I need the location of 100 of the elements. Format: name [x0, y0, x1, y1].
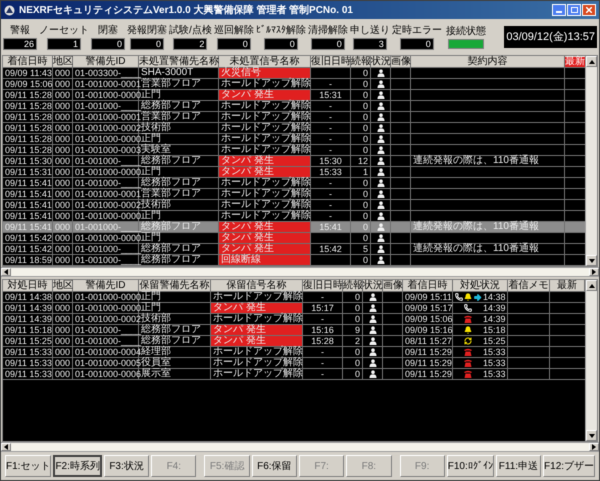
- table-cell: 01-001000-0000: [73, 303, 139, 313]
- function-key[interactable]: F3:状況: [104, 455, 150, 477]
- table-cell: 14:38: [483, 292, 506, 302]
- table-cell: 01-001000-0001: [73, 189, 139, 199]
- person-icon: [376, 113, 384, 121]
- horizontal-scrollbar[interactable]: [1, 267, 599, 277]
- table-cell: 000: [53, 101, 73, 111]
- left-arrow-icon[interactable]: [4, 444, 8, 450]
- table-cell: 技術部: [139, 314, 211, 324]
- up-arrow-icon[interactable]: [588, 284, 594, 288]
- table-cell: 01-001000-____: [73, 222, 139, 232]
- table-cell: 09/11 15:33: [3, 347, 53, 357]
- table-cell: 09/11 15:25: [3, 336, 53, 346]
- table-row[interactable]: 09/09 15:06 000 01-001000-0001営業部フロア ホールドアップ解除 - 0: [3, 79, 585, 90]
- function-key[interactable]: F12:ブザー: [543, 455, 596, 477]
- column-header[interactable]: 状況: [371, 56, 391, 67]
- minimize-button[interactable]: [552, 4, 566, 16]
- table-row[interactable]: 09/11 15:41 000 01-001000-____総務部フロア タンパ 発生 15:41 0 連続発報の際は、110番通報: [3, 222, 585, 233]
- table-row[interactable]: 09/11 15:42 000 01-001000-____総務部フロア タンパ 発生 15:42 5 連続発報の際は、110番通報: [3, 244, 585, 255]
- table-cell: 01-001000-0003: [73, 145, 139, 155]
- table-row[interactable]: 09/11 15:41 000 01-001000-____総務部フロア ホールドアップ解除 - 0: [3, 178, 585, 189]
- column-header[interactable]: 警備先ID: [73, 280, 139, 291]
- down-arrow-icon[interactable]: [588, 434, 594, 438]
- table-cell: 09/11 15:42: [3, 233, 53, 243]
- column-header[interactable]: 復旧日時: [303, 280, 343, 291]
- person-icon: [376, 245, 384, 253]
- table-cell: 01-001000-____: [73, 178, 139, 188]
- left-arrow-icon[interactable]: [4, 269, 8, 275]
- table-row[interactable]: 09/11 15:41 000 01-001000-0001営業部フロア ホールドアップ解除 - 0: [3, 189, 585, 200]
- column-header[interactable]: 地区: [53, 56, 73, 67]
- maximize-icon[interactable]: [570, 7, 578, 13]
- maximize-button[interactable]: [567, 4, 581, 16]
- column-header[interactable]: 未処置信号名称: [219, 56, 311, 67]
- table-cell: 01-001000-0002: [73, 314, 139, 324]
- table-cell: 0: [351, 211, 371, 221]
- function-key[interactable]: F11:申送: [496, 455, 542, 477]
- column-header[interactable]: 復旧日時: [311, 56, 351, 67]
- column-header[interactable]: 着信日時: [403, 280, 453, 291]
- function-key[interactable]: F10:ﾛｸﾞｲﾝ: [446, 455, 494, 477]
- table-cell: 01-001000-____: [73, 101, 139, 111]
- up-arrow-icon[interactable]: [588, 60, 594, 64]
- column-header[interactable]: 状況: [363, 280, 383, 291]
- table-cell: 000: [53, 303, 73, 313]
- table-row[interactable]: 09/11 15:28 000 01-001000-0000正門 タンパ 発生 15:31 0: [3, 90, 585, 101]
- table-row[interactable]: 09/11 15:28 000 01-001000-0000正門 ホールドアップ解除 - 0: [3, 134, 585, 145]
- function-key[interactable]: F2:時系列: [53, 455, 102, 477]
- column-header[interactable]: 保留警備先名称: [139, 280, 211, 291]
- table-row[interactable]: 09/11 15:28 000 01-001000-0003実験室 ホールドアップ解除 - 0: [3, 145, 585, 156]
- column-header[interactable]: 着信メモ: [508, 280, 550, 291]
- person-icon: [376, 135, 384, 143]
- counter-value: 0: [130, 38, 164, 50]
- table-row[interactable]: 09/11 15:42 000 01-001000-0000正門 タンパ 発生 0: [3, 233, 585, 244]
- column-header[interactable]: 対処日時: [3, 280, 53, 291]
- column-header[interactable]: 地区: [53, 280, 73, 291]
- table-cell: 09/11 15:28: [3, 101, 53, 111]
- table-row[interactable]: 09/11 15:28 000 01-001000-____総務部フロア ホールドアップ解除 - 0: [3, 101, 585, 112]
- column-header[interactable]: 続報: [343, 280, 363, 291]
- table-cell: 15:33: [483, 347, 506, 357]
- table-cell: ホールドアップ解除: [219, 123, 311, 133]
- function-key[interactable]: F6:保留: [252, 455, 297, 477]
- phone-icon: [454, 293, 462, 301]
- table-row[interactable]: 09/11 15:41 000 01-001000-0002技術部 ホールドアップ解除 - 0: [3, 200, 585, 211]
- column-header[interactable]: 画像: [391, 56, 411, 67]
- vertical-scrollbar[interactable]: [585, 280, 597, 441]
- column-header[interactable]: 保留信号名称: [211, 280, 303, 291]
- horizontal-scrollbar[interactable]: [1, 442, 599, 452]
- close-icon[interactable]: [586, 7, 592, 13]
- table-cell: 09/09 15:11: [403, 292, 453, 302]
- table-row[interactable]: 09/11 15:28 000 01-001000-0001営業部フロア ホールドアップ解除 - 0: [3, 112, 585, 123]
- table-row[interactable]: 09/11 18:59 000 01-001000-____総務部フロア 回線断線 0: [3, 255, 585, 266]
- table-row[interactable]: 09/09 11:43 000 01-003300-____SHA-3000T 火災信号 0: [3, 68, 585, 79]
- table-row[interactable]: 09/11 15:41 000 01-001000-0000正門 ホールドアップ解除 - 0: [3, 211, 585, 222]
- table-cell: -: [311, 178, 351, 188]
- table-cell: 000: [53, 79, 73, 89]
- table-row[interactable]: 09/11 15:28 000 01-001000-0002技術部 ホールドアップ解除 - 0: [3, 123, 585, 134]
- person-icon: [376, 212, 384, 220]
- table-cell: 15:42: [311, 244, 351, 254]
- table-cell: 000: [53, 314, 73, 324]
- column-header[interactable]: 着信日時: [3, 56, 53, 67]
- table-row[interactable]: 09/11 15:30 000 01-001000-____総務部フロア タンパ 発生 15:30 12 連続発報の際は、110番通報: [3, 156, 585, 167]
- right-arrow-icon[interactable]: [592, 444, 596, 450]
- table-cell: 000: [53, 145, 73, 155]
- table-cell: 回線断線: [219, 255, 311, 265]
- table-cell: 15:33: [311, 167, 351, 177]
- down-arrow-icon[interactable]: [588, 258, 594, 262]
- table-cell: ホールドアップ解除: [219, 200, 311, 210]
- close-button[interactable]: [582, 4, 596, 16]
- table-cell: 01-001000-0000: [73, 90, 139, 100]
- table-cell: 09/09 11:43: [3, 68, 53, 78]
- column-header[interactable]: 対処状況: [453, 280, 508, 291]
- vertical-scrollbar[interactable]: [585, 56, 597, 266]
- table-row[interactable]: 09/11 15:31 000 01-001000-0000正門 タンパ 発生 15:33 1: [3, 167, 585, 178]
- function-key[interactable]: F1:セット: [5, 455, 52, 477]
- counter-value: 26: [3, 38, 37, 50]
- right-arrow-icon[interactable]: [592, 269, 596, 275]
- column-header[interactable]: 警備先ID: [73, 56, 139, 67]
- person-icon: [376, 124, 384, 132]
- column-header[interactable]: 続報: [351, 56, 371, 67]
- column-header[interactable]: 未処置警備先名称: [139, 56, 219, 67]
- column-header[interactable]: 画像: [383, 280, 403, 291]
